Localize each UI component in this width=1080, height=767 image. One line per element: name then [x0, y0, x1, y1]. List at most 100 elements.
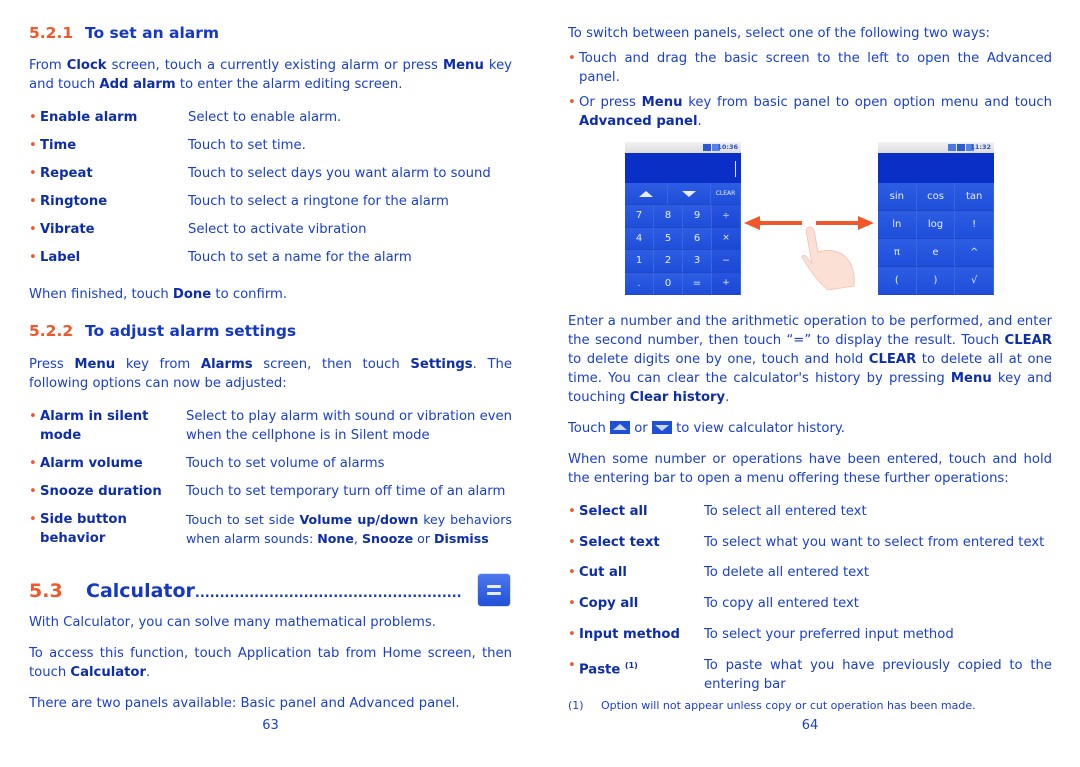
- calc-key[interactable]: √: [955, 267, 994, 295]
- calc-key[interactable]: π: [878, 239, 917, 267]
- calc-key[interactable]: 6: [683, 227, 712, 250]
- calc-key[interactable]: 9: [683, 205, 712, 228]
- section-title: To adjust alarm settings: [85, 322, 297, 340]
- calc-key[interactable]: +: [712, 272, 741, 295]
- bold-text: Alarms: [200, 357, 253, 372]
- calc-key[interactable]: =: [683, 272, 712, 295]
- calc-key[interactable]: 7: [625, 205, 654, 228]
- text: Touch: [568, 421, 611, 436]
- bullet: •: [568, 658, 576, 673]
- item-term: Alarm volume: [40, 456, 143, 471]
- item-desc: To delete all entered text: [704, 565, 870, 580]
- basic-keypad: 7 8 9 ÷ 4 5 6 × 1 2 3−. 0 = +: [625, 205, 741, 295]
- item-term: Cut all: [579, 563, 627, 582]
- text: Press: [29, 357, 75, 372]
- calc-key[interactable]: .: [625, 272, 654, 295]
- calc-key[interactable]: sin: [878, 183, 917, 211]
- text: Or press: [579, 95, 642, 110]
- item-desc: Touch to set a name for the alarm: [188, 250, 412, 265]
- arrow-right-icon: [816, 216, 874, 230]
- calc-key[interactable]: 1: [625, 250, 654, 273]
- item-term: Time: [40, 138, 77, 153]
- calc-key[interactable]: ln: [878, 211, 917, 239]
- calc-key[interactable]: ×: [712, 227, 741, 250]
- calc-key[interactable]: tan: [955, 183, 994, 211]
- item-desc: Touch to set time.: [188, 138, 306, 153]
- item-term: Select all: [579, 502, 648, 521]
- bullet: •: [29, 166, 37, 181]
- term-text: Copy all: [579, 596, 639, 611]
- calc-key[interactable]: cos: [916, 183, 956, 211]
- item-desc: Select to enable alarm.: [188, 110, 342, 125]
- footnote-text: Option will not appear unless copy or cu…: [601, 699, 976, 712]
- advanced-panel-screenshot: 11:32 sin cos tan ln log! π e ^ () √: [878, 142, 994, 295]
- set-alarm-outro: When finished, touch Done to confirm.: [29, 285, 512, 304]
- bold-text: Menu: [641, 95, 683, 110]
- text: to confirm.: [211, 287, 288, 302]
- text-cursor: [735, 161, 736, 177]
- text: Enter a number and the arithmetic operat…: [568, 314, 1052, 348]
- notification-icon: [948, 144, 956, 151]
- section-number: 5.2.1: [29, 24, 74, 42]
- clear-button[interactable]: CLEAR: [711, 183, 741, 205]
- history-paragraph: Touch or to view calculator history.: [568, 419, 1052, 438]
- item-term: Copy all: [579, 594, 638, 613]
- bullet: •: [568, 51, 576, 66]
- status-time: 11:32: [970, 143, 991, 151]
- text: Touch to set side: [186, 512, 300, 527]
- calc-key[interactable]: 2: [654, 250, 683, 273]
- bullet: •: [568, 596, 576, 611]
- item-desc: To paste what you have previously copied…: [704, 658, 1052, 692]
- item-desc: Select to activate vibration: [188, 222, 367, 237]
- calc-key[interactable]: 5: [654, 227, 683, 250]
- calc-key[interactable]: −: [712, 250, 741, 273]
- bold-text: Dismiss: [434, 531, 489, 546]
- text: .: [725, 390, 730, 405]
- calc-key[interactable]: log: [916, 211, 956, 239]
- item-desc: To select what you want to select from e…: [704, 535, 1045, 550]
- section-heading-set-alarm: 5.2.1 To set an alarm: [29, 24, 219, 42]
- calc-key[interactable]: ÷: [712, 205, 741, 228]
- text: key from: [115, 357, 201, 372]
- swipe-gesture-illustration: [744, 216, 874, 290]
- bold-text: Menu: [74, 357, 116, 372]
- history-down-icon: [682, 190, 696, 197]
- history-down-icon: [651, 421, 672, 434]
- calc-key[interactable]: 0: [654, 272, 683, 295]
- section-heading-calculator: 5.3 Calculator...........................…: [29, 580, 462, 602]
- calc-display: [878, 153, 994, 183]
- calc-key[interactable]: (: [878, 267, 917, 295]
- section-number: 5.2.2: [29, 322, 74, 340]
- calc-key[interactable]: e: [916, 239, 956, 267]
- history-up-button[interactable]: [625, 183, 668, 205]
- calculator-app-icon: [478, 574, 510, 606]
- text: screen, touch a currently existing alarm…: [106, 58, 443, 73]
- item-term: Enable alarm: [40, 110, 138, 125]
- item-desc: To select your preferred input method: [704, 627, 954, 642]
- bold-text: Done: [172, 287, 212, 302]
- item-term: Select text: [579, 533, 660, 552]
- calc-key[interactable]: ): [916, 267, 956, 295]
- term-text: Select all: [579, 504, 648, 519]
- calc-key[interactable]: 4: [625, 227, 654, 250]
- history-down-button[interactable]: [668, 183, 711, 205]
- calc-key[interactable]: ^: [955, 239, 994, 267]
- calc-key[interactable]: !: [955, 211, 994, 239]
- arrow-left-icon: [744, 216, 802, 230]
- section-heading-adjust-settings: 5.2.2 To adjust alarm settings: [29, 322, 296, 340]
- basic-panel-screenshot: 10:36 CLEAR 7 8 9 ÷ 4 5 6 × 1 2 3−. 0 = +: [625, 142, 741, 295]
- calc-key[interactable]: 3: [683, 250, 712, 273]
- bold-text: Snooze: [361, 531, 414, 546]
- bullet: •: [29, 484, 37, 499]
- status-time: 10:36: [717, 143, 738, 151]
- switch-intro: To switch between panels, select one of …: [568, 26, 990, 41]
- bullet: •: [29, 110, 37, 125]
- bullet: •: [568, 95, 576, 110]
- signal-icon: [957, 144, 965, 151]
- text: to delete digits one by one, touch and h…: [568, 352, 869, 367]
- text: to enter the alarm editing screen.: [175, 77, 403, 92]
- calc-key[interactable]: 8: [654, 205, 683, 228]
- bullet: •: [29, 409, 37, 424]
- item-desc: Touch to set temporary turn off time of …: [186, 484, 506, 499]
- calculator-p2: To access this function, touch Applicati…: [29, 644, 512, 682]
